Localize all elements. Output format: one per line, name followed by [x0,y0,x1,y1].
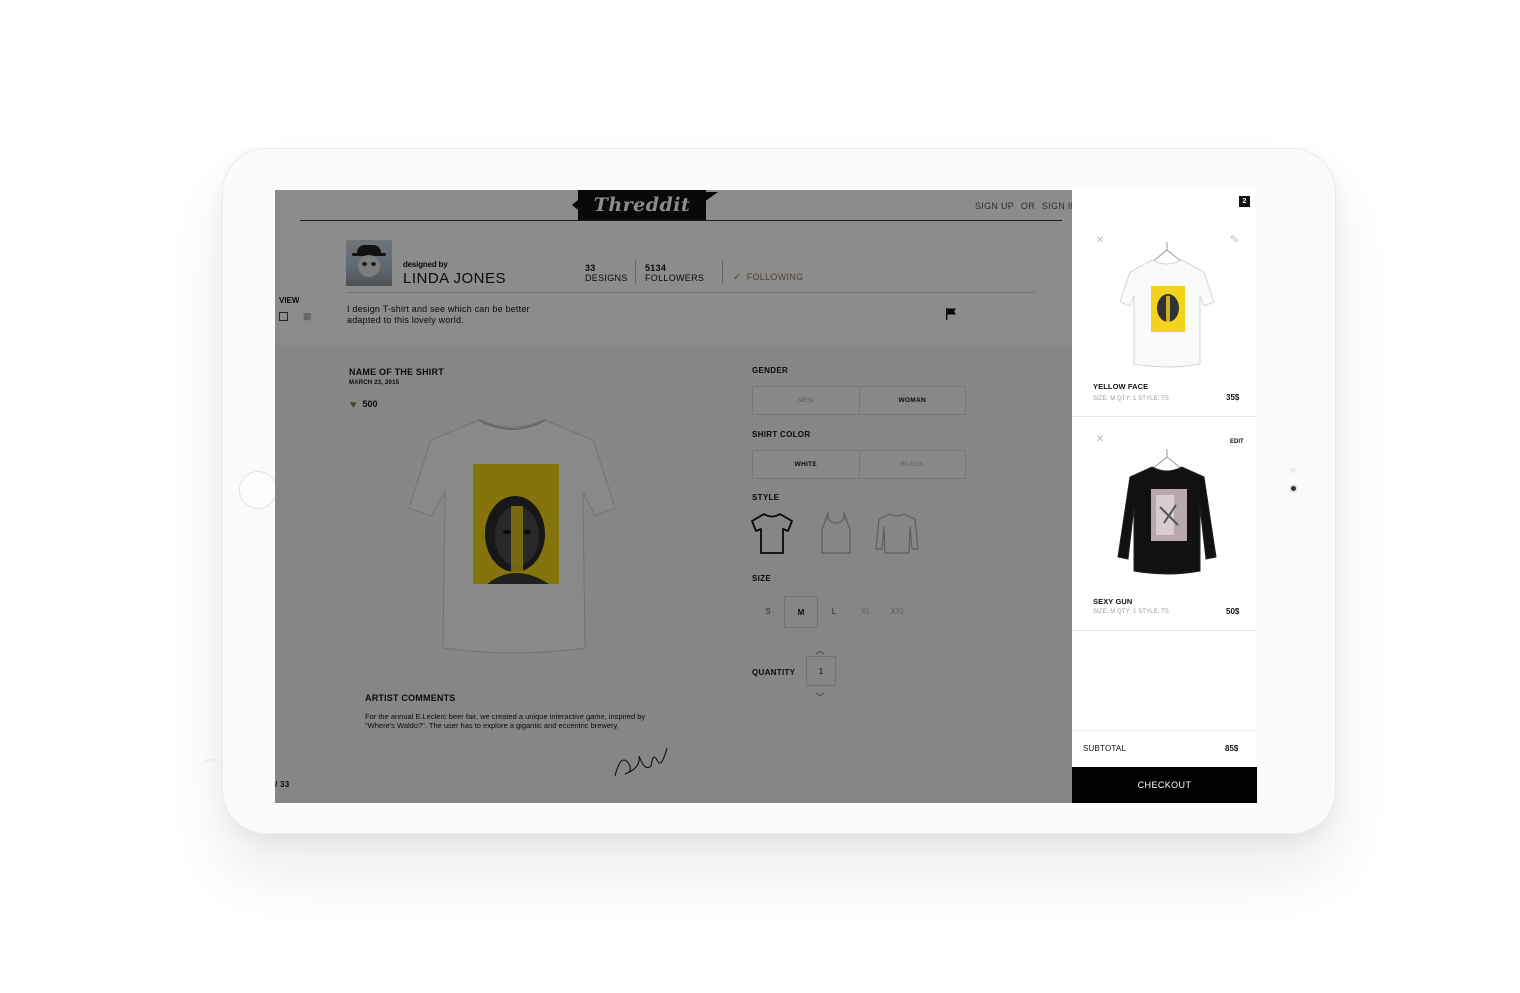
size-option-m[interactable]: M [784,596,818,628]
edit-link[interactable]: EDIT [1230,439,1244,445]
designer-bio: I design T-shirt and see which can be be… [347,304,530,325]
flag-icon[interactable] [945,307,957,320]
followers-count: 5134 [645,263,667,273]
product-name: NAME OF THE SHIRT [349,367,444,377]
avatar[interactable] [346,240,392,286]
likes-count: 500 [362,399,378,409]
tank-top-icon[interactable] [814,511,858,555]
followers-label: FOLLOWERS [645,273,705,283]
designer-name[interactable]: LINDA JONES [403,270,506,287]
sensor-icon [1290,467,1296,473]
followers-stat[interactable]: 5134 FOLLOWERS [645,263,704,283]
chevron-up-icon[interactable]: ︿ [815,642,825,657]
cart-item-name: YELLOW FACE [1093,382,1149,391]
size-option-xl[interactable]: XL [850,596,882,626]
pencil-icon[interactable]: ✎ [1230,233,1239,246]
gender-option-men[interactable]: MEN [753,387,860,414]
designs-count: 33 [585,263,596,273]
remove-icon[interactable]: ✕ [1096,434,1104,445]
cart-item-details: SIZE: M QTY: 1 STYLE: TS [1093,396,1169,402]
quantity-label: QUANTITY [752,668,796,677]
designs-label: DESIGNS [585,273,628,283]
auth-or: OR [1020,201,1036,211]
logo[interactable]: Threddit [572,190,718,220]
subtotal-value: 85$ [1225,744,1239,753]
color-option-white[interactable]: WHITE [753,451,860,478]
cart-item-price: 35$ [1226,393,1240,402]
product-image [408,419,616,654]
checkout-button[interactable]: CHECKOUT [1072,767,1257,803]
cart-item-name: SEXY GUN [1093,597,1133,606]
check-icon: ✓ [733,272,742,283]
gender-option-woman[interactable]: WOMAN [860,387,966,414]
artist-signature [614,747,668,777]
subtotal-bar: SUBTOTAL 85$ [1072,730,1257,768]
cart-item-details: SIZE: M QTY: 1 STYLE: TS [1093,609,1169,615]
size-option-xxl[interactable]: XXL [882,596,914,626]
cart-count-badge: 2 [1239,196,1250,207]
color-option-black[interactable]: BLACK [860,451,966,478]
cart-item-price: 50$ [1226,607,1240,616]
size-option-l[interactable]: L [818,596,850,626]
subtotal-label: SUBTOTAL [1083,744,1127,753]
view-label: VIEW [279,296,300,305]
t-shirt-icon[interactable] [750,511,794,555]
stat-divider [722,260,723,284]
sign-up-link[interactable]: SIGN UP [975,201,1014,211]
cart-item: ✕ ✎ YELLOW FACE SIZE: M QTY: 1 STYLE: TS… [1072,220,1257,417]
artist-comments-title: ARTIST COMMENTS [365,693,456,703]
device-port [205,759,221,762]
auth-links: SIGN UP OR SIGN IN [975,201,1081,211]
gender-selector: MEN WOMAN [752,386,966,415]
page-counter: / 33 [275,780,290,789]
cart-item-image [1119,242,1215,368]
quantity-input[interactable]: 1 [806,656,836,686]
product-page: Threddit SIGN UP OR SIGN IN designed by … [275,190,1077,803]
stat-divider [635,260,636,284]
tablet-screen: Threddit SIGN UP OR SIGN IN designed by … [275,190,1257,803]
shirt-color-label: SHIRT COLOR [752,430,811,439]
chevron-down-icon[interactable]: ﹀ [815,689,825,704]
shirt-color-selector: WHITE BLACK [752,450,966,479]
likes-counter[interactable]: ♥ 500 [350,399,378,411]
style-label: STYLE [752,493,780,502]
size-option-s[interactable]: S [752,596,784,626]
cart-item-image [1117,449,1217,575]
single-view-icon[interactable] [279,312,288,321]
cart-item: ✕ EDIT SEXY GUN SIZE: M QTY: 1 STYLE: TS… [1072,417,1257,631]
gender-label: GENDER [752,366,789,375]
size-label: SIZE [752,574,771,583]
product-date: MARCH 23, 2015 [349,380,400,386]
cart-panel: 2 ✕ ✎ YELLOW FACE SIZE: M QTY: 1 STYLE: … [1072,190,1257,803]
grid-view-icon[interactable]: ▦ [303,312,312,321]
camera-icon [1289,484,1298,493]
heart-icon: ♥ [350,399,357,411]
following-button[interactable]: ✓ FOLLOWING [733,272,803,283]
designed-by-label: designed by [403,260,448,269]
artist-comments-text: For the annual E.Leclerc beer fair, we c… [365,712,646,730]
sweatshirt-icon[interactable] [875,511,919,555]
following-label: FOLLOWING [746,272,804,282]
home-button[interactable] [239,471,277,509]
size-selector: S M L XL XXL [752,596,914,628]
remove-icon[interactable]: ✕ [1096,235,1104,246]
header-rule [300,220,1062,221]
designs-stat[interactable]: 33 DESIGNS [585,263,628,283]
profile-divider [346,292,1036,293]
